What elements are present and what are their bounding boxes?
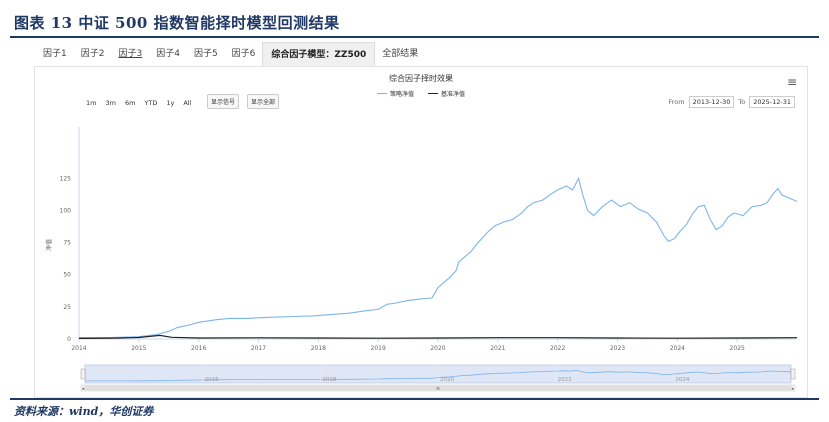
x-tick-label: 2024 xyxy=(670,345,685,352)
x-tick-label: 2025 xyxy=(730,345,745,352)
source-divider xyxy=(10,398,819,400)
tab-5[interactable]: 因子5 xyxy=(187,43,225,65)
scrollbar-grip-icon: ≡ xyxy=(436,386,440,392)
navigator-tick-label: 2022 xyxy=(558,377,572,383)
x-tick-label: 2016 xyxy=(191,345,206,352)
tab-4[interactable]: 因子4 xyxy=(149,43,187,65)
y-tick-label: 75 xyxy=(63,240,71,247)
x-tick-label: 2017 xyxy=(251,345,266,352)
x-tick-label: 2014 xyxy=(71,345,86,352)
tab-6[interactable]: 因子6 xyxy=(225,43,263,65)
x-tick-label: 2018 xyxy=(311,345,326,352)
chart-canvas: 0 25 50 75 100 125 净值 2014 2015 2016 2017 2018 2019 2… xyxy=(45,127,798,392)
chart-panel: 综合因子择时效果 ≡ 策略净值 基准净值 1m 3m 6m YTD 1y All 显示信号… xyxy=(34,66,808,398)
y-tick-label: 25 xyxy=(63,304,71,311)
navigator-handle-right xyxy=(790,368,796,380)
strategy-line xyxy=(78,176,798,339)
y-tick-label: 0 xyxy=(67,336,71,343)
x-tick-label: 2015 xyxy=(131,345,146,352)
x-tick-label: 2023 xyxy=(610,345,625,352)
x-tick-label: 2021 xyxy=(490,345,505,352)
y-tick-label: 125 xyxy=(60,175,72,182)
navigator-tick-label: 2024 xyxy=(675,377,689,383)
source-note: 资料来源：wind，华创证券 xyxy=(14,405,154,418)
tab-3[interactable]: 因子3 xyxy=(111,43,149,65)
navigator-tick-label: 2020 xyxy=(440,377,454,383)
title-divider xyxy=(10,36,819,38)
navigator-tick-label: 2018 xyxy=(322,377,336,383)
x-tick-label: 2019 xyxy=(371,345,386,352)
x-tick-label: 2022 xyxy=(550,345,565,352)
x-tick-label: 2020 xyxy=(430,345,445,352)
navigator-tick-label: 2016 xyxy=(205,377,219,383)
y-tick-label: 100 xyxy=(60,207,72,214)
benchmark-line xyxy=(78,334,798,339)
tab-8[interactable]: 全部结果 xyxy=(375,43,425,65)
y-tick-label: 50 xyxy=(63,272,71,279)
tab-bar: 因子1 因子2 因子3 因子4 因子5 因子6 综合因子模型：ZZ500 全部结果 xyxy=(36,41,425,67)
tab-7[interactable]: 综合因子模型：ZZ500 xyxy=(262,41,376,67)
navigator-handle-left xyxy=(80,368,86,380)
figure-title: 图表 13 中证 500 指数智能择时模型回测结果 xyxy=(14,14,340,32)
y-axis-label: 净值 xyxy=(45,239,53,251)
tab-2[interactable]: 因子2 xyxy=(74,43,112,65)
tab-1[interactable]: 因子1 xyxy=(36,43,74,65)
